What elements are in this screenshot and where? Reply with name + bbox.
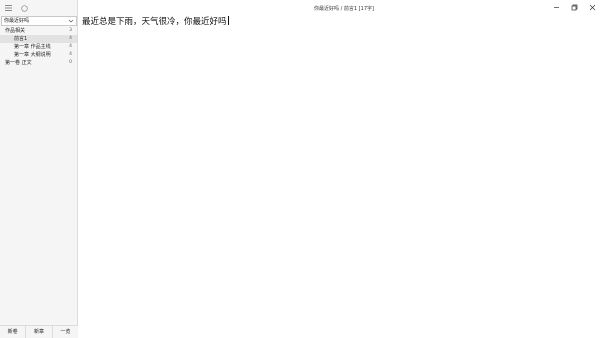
close-icon[interactable] (589, 4, 596, 11)
chevron-down-icon (68, 18, 74, 27)
tree-item-count: 4 (69, 44, 72, 49)
editor-line: 最近总是下雨，天气很冷，你最近好吗 (82, 16, 229, 28)
editor-text: 最近总是下雨，天气很冷，你最近好吗 (82, 17, 227, 27)
sidebar-bottom-bar: 新卷 新章 一览 (0, 325, 78, 338)
text-caret (227, 16, 229, 25)
tree-item-label: 第一章 作品主线 (14, 44, 51, 50)
tree-item-main-line[interactable]: 第一章 作品主线 4 (0, 43, 77, 51)
tree-item-volume-related[interactable]: 作品相关 3 (0, 27, 77, 35)
overview-button[interactable]: 一览 (53, 326, 78, 338)
text-editor[interactable]: 最近总是下雨，天气很冷，你最近好吗 (78, 16, 600, 338)
hamburger-menu-icon[interactable] (5, 5, 12, 11)
circle-icon[interactable] (21, 4, 28, 12)
tree-item-volume-main[interactable]: 第一卷 正文 0 (0, 59, 77, 67)
sidebar-toolbar (0, 0, 77, 16)
window-controls (553, 4, 596, 11)
tree-item-count: 4 (69, 52, 72, 57)
tree-item-preface[interactable]: 前言1 4 (0, 35, 77, 43)
minimize-icon[interactable] (553, 4, 560, 11)
restore-icon[interactable] (571, 4, 578, 11)
chapter-tree: 作品相关 3 前言1 4 第一章 作品主线 4 第一章 大纲说明 4 第一卷 正… (0, 27, 77, 67)
tree-item-label: 作品相关 (5, 28, 26, 34)
tree-item-label: 第一章 大纲说明 (14, 52, 51, 58)
new-chapter-button[interactable]: 新章 (26, 326, 53, 338)
new-volume-button[interactable]: 新卷 (0, 326, 27, 338)
title-bar: 你最近好吗 / 前言1 [17字] (78, 0, 600, 16)
book-selector[interactable]: 你最近好吗 (1, 16, 77, 26)
book-selector-value: 你最近好吗 (4, 18, 30, 24)
tree-item-count: 4 (69, 36, 72, 41)
sidebar: 你最近好吗 作品相关 3 前言1 4 第一章 作品主线 4 第一章 大纲说明 4… (0, 0, 78, 338)
tree-item-label: 第一卷 正文 (5, 60, 32, 66)
tree-item-outline[interactable]: 第一章 大纲说明 4 (0, 51, 77, 59)
tree-item-label: 前言1 (14, 36, 28, 42)
tree-item-count: 3 (69, 28, 72, 33)
tree-item-count: 0 (69, 60, 72, 65)
